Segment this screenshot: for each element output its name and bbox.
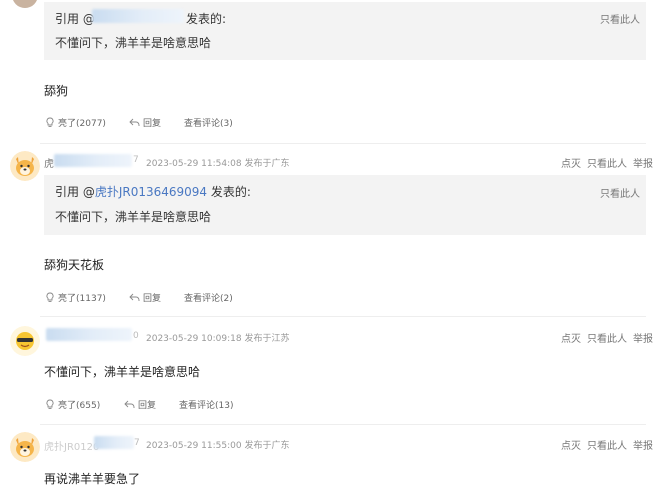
timestamp: 2023-05-29 11:54:08 xyxy=(146,159,242,169)
quote-suffix: 发表的: xyxy=(186,12,227,26)
extinguish-link[interactable]: 点灭 xyxy=(561,334,581,345)
only-this-person-link[interactable]: 只看此人 xyxy=(587,159,627,170)
timestamp: 2023-05-29 10:09:18 xyxy=(146,334,242,344)
extinguish-link[interactable]: 点灭 xyxy=(561,441,581,452)
timestamp: 2023-05-29 11:55:00 xyxy=(146,441,242,451)
reply-arrow-icon xyxy=(124,400,135,408)
reply-arrow-icon xyxy=(129,293,140,301)
like-button[interactable]: 亮了(655) xyxy=(45,398,100,411)
lightbulb-icon xyxy=(46,292,54,302)
comment-actions-right: 点灭 只看此人 举报 xyxy=(561,330,653,345)
quoted-username-link[interactable]: 虎扑JR0136469094 xyxy=(95,185,207,199)
reply-button[interactable]: 回复 xyxy=(129,291,161,304)
dog-avatar-icon xyxy=(10,151,40,181)
avatar[interactable] xyxy=(10,326,40,356)
only-this-person-link[interactable]: 只看此人 xyxy=(587,441,627,452)
avatar-top-icon xyxy=(13,0,37,8)
avatar[interactable] xyxy=(12,0,38,8)
location: 发布于江苏 xyxy=(244,334,290,344)
avatar[interactable] xyxy=(10,151,40,181)
comment-body: 舔狗 xyxy=(44,84,69,98)
username-blurred xyxy=(54,154,132,167)
username-tail: 0 xyxy=(133,331,139,341)
comment-body: 再说沸羊羊要急了 xyxy=(44,472,141,486)
username-fragment[interactable]: 虎 xyxy=(44,155,54,170)
divider xyxy=(40,424,646,425)
username-tail: 7 xyxy=(133,155,139,165)
view-reviews-link[interactable]: 查看评论(13) xyxy=(179,398,233,411)
report-link[interactable]: 举报 xyxy=(633,441,653,452)
avatar[interactable] xyxy=(10,432,40,462)
like-button[interactable]: 亮了(2077) xyxy=(45,116,106,129)
comment-meta: 2023-05-29 10:09:18 发布于江苏 xyxy=(146,331,289,344)
divider xyxy=(40,316,646,317)
comment-actions-right: 点灭 只看此人 举报 xyxy=(561,155,653,170)
quote-text: 不懂问下，沸羊羊是啥意思哈 xyxy=(55,210,212,224)
comment-meta: 2023-05-29 11:54:08 发布于广东 xyxy=(146,156,289,169)
reply-button[interactable]: 回复 xyxy=(129,116,161,129)
lightbulb-icon xyxy=(46,399,54,409)
username-tail: 7 xyxy=(134,438,140,448)
report-link[interactable]: 举报 xyxy=(633,334,653,345)
username-blurred xyxy=(94,436,134,449)
reply-arrow-icon xyxy=(129,118,140,126)
only-this-person-link[interactable]: 只看此人 xyxy=(600,11,640,26)
dog-avatar-icon xyxy=(10,432,40,462)
username-fragment[interactable]: 虎扑JR0120 xyxy=(44,438,99,453)
like-button[interactable]: 亮了(1137) xyxy=(45,291,106,304)
comment-meta: 2023-05-29 11:55:00 发布于广东 xyxy=(146,438,289,451)
quote-header: 引用 @ xyxy=(55,12,95,26)
reply-button[interactable]: 回复 xyxy=(124,398,156,411)
report-link[interactable]: 举报 xyxy=(633,159,653,170)
lightbulb-icon xyxy=(46,117,54,127)
view-reviews-link[interactable]: 查看评论(3) xyxy=(184,116,233,129)
extinguish-link[interactable]: 点灭 xyxy=(561,159,581,170)
comment-actions-right: 点灭 只看此人 举报 xyxy=(561,437,653,452)
quote-header: 引用 @虎扑JR0136469094 发表的: xyxy=(55,185,251,199)
location: 发布于广东 xyxy=(244,159,290,169)
quoted-username-blurred xyxy=(92,9,184,23)
comment-body: 舔狗天花板 xyxy=(44,258,105,272)
only-this-person-link[interactable]: 只看此人 xyxy=(587,334,627,345)
comment-body: 不懂问下，沸羊羊是啥意思哈 xyxy=(44,365,201,379)
sun-avatar-icon xyxy=(10,326,40,356)
quote-text: 不懂问下，沸羊羊是啥意思哈 xyxy=(55,36,212,50)
location: 发布于广东 xyxy=(244,441,290,451)
username-blurred xyxy=(46,328,132,341)
view-reviews-link[interactable]: 查看评论(2) xyxy=(184,291,233,304)
divider xyxy=(40,143,646,144)
only-this-person-link[interactable]: 只看此人 xyxy=(600,185,640,200)
